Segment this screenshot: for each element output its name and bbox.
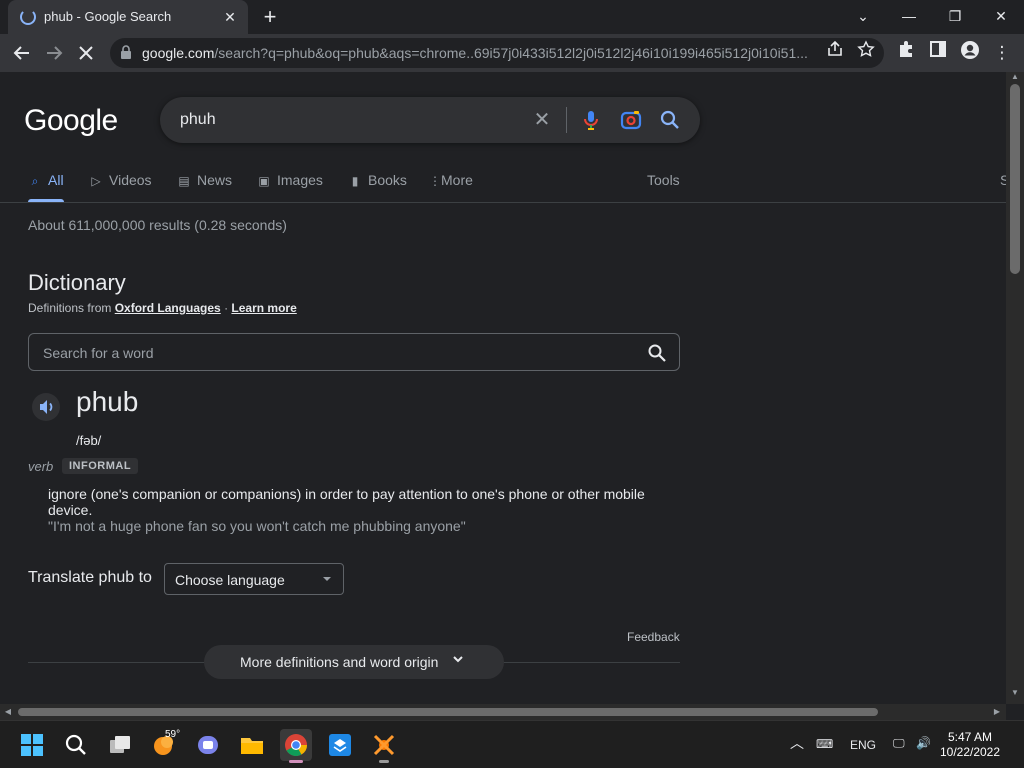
image-icon: ▣ (258, 174, 270, 188)
translate-language-select[interactable]: Choose language (164, 563, 344, 595)
profile-avatar-icon[interactable] (957, 40, 983, 66)
start-windows-icon[interactable] (16, 729, 48, 761)
scrollbar-corner (1006, 704, 1024, 720)
clock[interactable]: 5:47 AM 10/22/2022 (935, 730, 1005, 760)
phonetic-spelling: /fəb/ (76, 433, 102, 448)
search-icon: ⌕ (31, 174, 39, 188)
keyboard-icon[interactable]: ⌨ (816, 737, 833, 751)
search-divider (566, 107, 567, 133)
news-icon: ▤ (178, 174, 190, 188)
horizontal-scroll-thumb[interactable] (18, 708, 878, 716)
feedback-link[interactable]: Feedback (627, 630, 680, 644)
translate-label: Translate phub to (28, 569, 152, 586)
clear-search-icon[interactable]: ✕ (530, 108, 554, 132)
chrome-icon[interactable] (280, 729, 312, 763)
scroll-up-icon[interactable]: ▲ (1010, 72, 1020, 82)
pronunciation-speaker-icon[interactable] (32, 393, 60, 421)
oxford-languages-link[interactable]: Oxford Languages (115, 301, 221, 315)
video-icon: ▷ (91, 174, 101, 188)
chevron-down-icon (453, 656, 463, 663)
weather-temperature: 59° (165, 729, 181, 740)
tab-all[interactable]: ⌕ All (28, 172, 64, 189)
scroll-down-icon[interactable]: ▼ (1010, 688, 1020, 698)
search-box[interactable]: phuh ✕ (160, 97, 700, 143)
forward-arrow-icon[interactable] (41, 40, 67, 66)
input-language[interactable]: ENG (850, 738, 876, 752)
nav-divider (0, 202, 1006, 203)
translate-select-value: Choose language (175, 572, 285, 588)
back-arrow-icon[interactable] (9, 40, 35, 66)
store-app-icon[interactable] (324, 729, 356, 761)
more-definitions-button[interactable]: More definitions and word origin (204, 645, 504, 679)
restore-button[interactable]: ❐ (932, 0, 978, 32)
running-app-indicator (379, 760, 389, 763)
windows-taskbar: 59° ︿ ⌨ ENG 🖵 🔊 5:47 AM 10/22/2022 (0, 720, 1024, 768)
tab-books[interactable]: ▮ Books (348, 172, 407, 188)
tab-images[interactable]: ▣ Images (257, 172, 323, 188)
vertical-scrollbar[interactable]: ▲ ▼ (1006, 72, 1024, 704)
task-view-icon[interactable] (104, 729, 136, 761)
search-input[interactable]: phuh (180, 111, 216, 129)
loading-spinner-icon (20, 9, 36, 25)
dictionary-word: phub (76, 386, 139, 417)
side-panel-icon[interactable] (925, 40, 951, 66)
browser-toolbar: google.com/search?q=phub&oq=phub&aqs=chr… (0, 34, 1024, 72)
dictionary-heading: Dictionary (28, 270, 126, 295)
stop-loading-icon[interactable] (73, 40, 99, 66)
more-definitions-label: More definitions and word origin (240, 654, 439, 670)
example-sentence: "I'm not a huge phone fan so you won't c… (48, 518, 466, 534)
app-icon[interactable] (368, 729, 400, 763)
dropdown-arrow-icon (323, 577, 331, 581)
search-icon[interactable] (658, 108, 682, 132)
microphone-icon[interactable] (579, 108, 603, 132)
weather-widget-icon[interactable]: 59° (148, 729, 180, 761)
minimize-button[interactable]: — (886, 0, 932, 32)
tab-search-chevron-icon[interactable]: ⌄ (840, 0, 886, 32)
url-text: google.com/search?q=phub&oq=phub&aqs=chr… (142, 45, 808, 61)
close-window-button[interactable]: ✕ (978, 0, 1024, 32)
google-logo[interactable]: Google (24, 104, 118, 138)
show-hidden-icons-chevron-icon[interactable]: ︿ (790, 733, 804, 753)
dictionary-search-placeholder: Search for a word (43, 345, 154, 361)
tab-news[interactable]: ▤ News (177, 172, 232, 188)
tab-more[interactable]: ⋮More (429, 172, 473, 188)
more-vert-icon: ⋮ (429, 174, 441, 188)
lock-icon[interactable] (120, 45, 132, 59)
active-app-indicator (289, 760, 303, 763)
time: 5:47 AM (947, 730, 993, 744)
google-lens-icon[interactable] (619, 108, 643, 132)
search-icon[interactable] (60, 729, 92, 761)
search-results-page: Google phuh ✕ ⌕ All ▷ Videos ▤ News ▣ Im… (0, 72, 1006, 704)
address-bar[interactable]: google.com/search?q=phub&oq=phub&aqs=chr… (110, 38, 884, 68)
register-badge: INFORMAL (62, 458, 139, 474)
tab-title: phub - Google Search (44, 9, 172, 24)
volume-icon[interactable]: 🔊 (916, 736, 931, 750)
result-stats: About 611,000,000 results (0.28 seconds) (28, 217, 287, 233)
teams-chat-icon[interactable] (192, 729, 224, 761)
new-tab-button[interactable]: + (258, 5, 282, 29)
tab-strip: phub - Google Search ✕ + ⌄ — ❐ ✕ (0, 0, 1024, 34)
search-icon[interactable] (647, 343, 667, 363)
close-tab-icon[interactable]: ✕ (220, 7, 240, 27)
tab-videos[interactable]: ▷ Videos (89, 172, 151, 188)
network-icon[interactable]: 🖵 (893, 736, 905, 751)
learn-more-link[interactable]: Learn more (231, 301, 296, 315)
date: 10/22/2022 (939, 745, 1001, 759)
tools-button[interactable]: Tools (647, 172, 680, 188)
dictionary-source: Definitions from Oxford Languages · Lear… (28, 301, 297, 315)
share-icon[interactable] (822, 40, 848, 66)
extensions-puzzle-icon[interactable] (893, 40, 919, 66)
part-of-speech: verb (28, 459, 54, 474)
book-icon: ▮ (351, 174, 359, 188)
vertical-scroll-thumb[interactable] (1010, 84, 1020, 274)
browser-tab[interactable]: phub - Google Search ✕ (8, 0, 248, 34)
scroll-right-icon[interactable]: ▶ (992, 707, 1002, 717)
horizontal-scrollbar[interactable]: ◀ ▶ (0, 704, 1006, 720)
scroll-left-icon[interactable]: ◀ (3, 707, 13, 717)
dictionary-search-input[interactable]: Search for a word (28, 333, 680, 371)
bookmark-star-icon[interactable] (853, 40, 879, 66)
kebab-menu-icon[interactable]: ⋮ (989, 40, 1015, 66)
definition-text: ignore (one's companion or companions) i… (48, 486, 645, 518)
file-explorer-icon[interactable] (236, 729, 268, 761)
